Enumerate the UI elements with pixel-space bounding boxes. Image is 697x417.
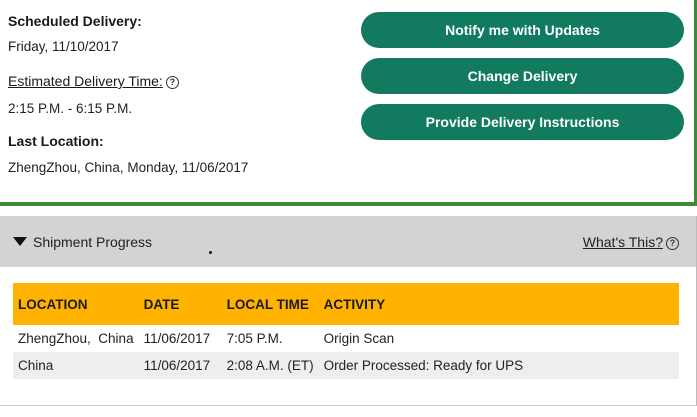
table-header-row: LOCATION DATE LOCAL TIME ACTIVITY [13, 283, 679, 325]
whats-this-link[interactable]: What's This?? [583, 234, 679, 250]
cell-activity: Order Processed: Ready for UPS [323, 358, 524, 373]
estimated-delivery-value: 2:15 P.M. - 6:15 P.M. [8, 101, 133, 116]
column-header-date: DATE [143, 296, 180, 312]
column-header-local-time: LOCAL TIME [226, 296, 309, 312]
stray-dot [209, 251, 212, 254]
shipment-progress-header: Shipment Progress What's This?? [0, 216, 696, 267]
shipment-progress-toggle[interactable]: Shipment Progress [13, 234, 152, 250]
last-location-label: Last Location: [8, 133, 104, 149]
cell-local-time: 7:05 P.M. [226, 331, 283, 346]
last-location-value: ZhengZhou, China, Monday, 11/06/2017 [8, 160, 249, 175]
cell-location: China [18, 358, 54, 373]
cell-local-time: 2:08 A.M. (ET) [226, 358, 314, 373]
table-row: China 11/06/2017 2:08 A.M. (ET) Order Pr… [13, 352, 679, 379]
cell-date: 11/06/2017 [143, 331, 211, 346]
column-header-activity: ACTIVITY [323, 296, 386, 312]
delivery-summary-panel: Scheduled Delivery: Friday, 11/10/2017 E… [0, 0, 697, 206]
estimated-delivery-row: Estimated Delivery Time:? [8, 73, 179, 89]
column-header-location: LOCATION [18, 296, 88, 312]
change-delivery-button[interactable]: Change Delivery [361, 58, 684, 94]
shipment-progress-label: Shipment Progress [33, 234, 153, 250]
question-circle-icon[interactable]: ? [165, 76, 179, 89]
cell-activity: Origin Scan [323, 331, 395, 346]
shipment-progress-table: LOCATION DATE LOCAL TIME ACTIVITY ZhengZ… [13, 283, 679, 379]
question-circle-icon: ? [666, 237, 679, 250]
estimated-delivery-time-link[interactable]: Estimated Delivery Time: [8, 73, 163, 89]
scheduled-delivery-label: Scheduled Delivery: [8, 13, 142, 29]
delivery-instructions-button[interactable]: Provide Delivery Instructions [361, 104, 684, 140]
cell-location: ZhengZhou, China [18, 331, 134, 346]
scheduled-delivery-value: Friday, 11/10/2017 [8, 39, 119, 54]
cell-date: 11/06/2017 [143, 358, 211, 373]
table-row: ZhengZhou, China 11/06/2017 7:05 P.M. Or… [13, 325, 679, 352]
shipment-progress-section: Shipment Progress What's This?? LOCATION… [0, 216, 697, 406]
triangle-down-icon [13, 237, 27, 246]
notify-updates-button[interactable]: Notify me with Updates [361, 12, 684, 48]
whats-this-label: What's This? [582, 234, 663, 250]
